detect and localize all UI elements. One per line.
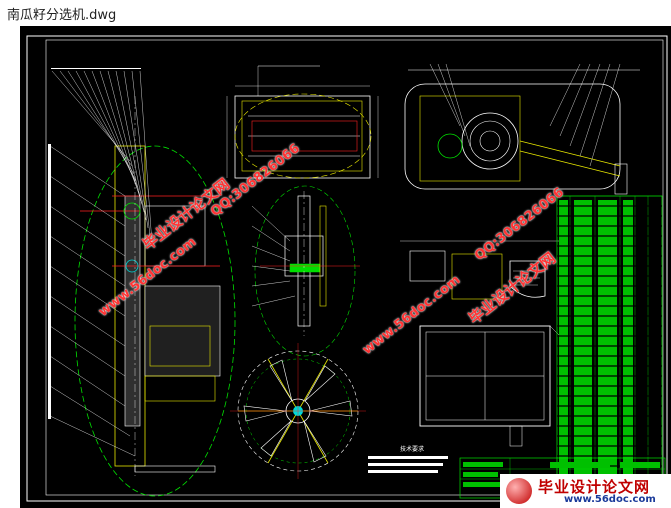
assembly-side-view	[404, 63, 640, 195]
parts-list-table	[556, 195, 663, 479]
technical-requirements-block: 技术要求	[368, 445, 448, 473]
site-logo-banner: 毕业设计论文网 www.56doc.com	[500, 474, 671, 508]
frame-plan-view	[419, 325, 561, 447]
rotor-wheel-view	[230, 343, 366, 479]
cad-drawing-canvas[interactable]: 技术要求 毕业设计论文网 QQ:306826066 www.56doc.com …	[20, 26, 671, 508]
window-title-bar: 南瓜籽分选机.dwg	[0, 0, 671, 26]
tech-req-title: 技术要求	[400, 445, 424, 453]
logo-url: www.56doc.com	[564, 494, 656, 505]
globe-icon	[506, 478, 532, 504]
shaft-detail-view	[251, 185, 360, 357]
hopper-side-view	[226, 65, 379, 179]
cad-drawing-svg: 技术要求	[26, 35, 668, 502]
window-title: 南瓜籽分选机.dwg	[7, 8, 117, 23]
